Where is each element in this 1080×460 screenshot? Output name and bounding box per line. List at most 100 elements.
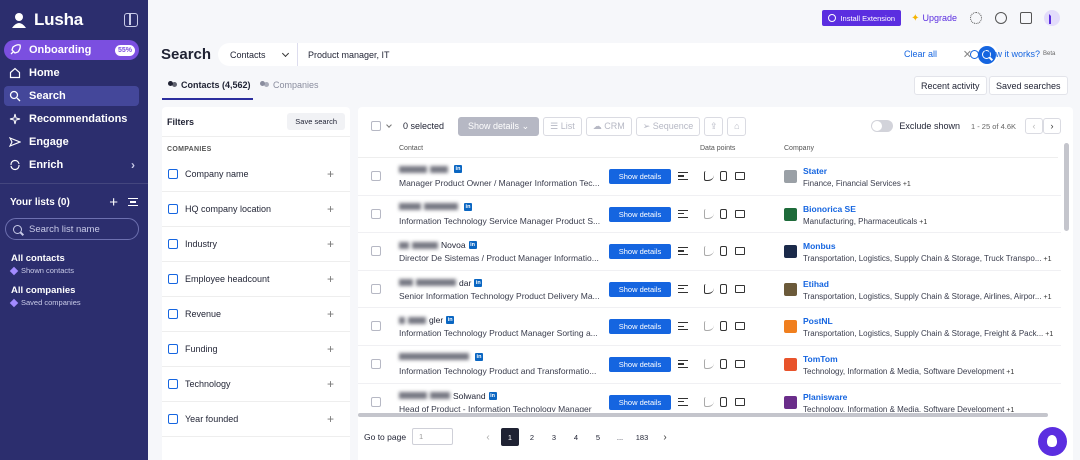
add-filter-icon[interactable]: + <box>327 377 334 391</box>
contact-name[interactable]: gler in <box>399 315 455 325</box>
more-industries-badge[interactable]: +1 <box>1045 331 1053 338</box>
company-name[interactable]: Monbus <box>803 241 836 251</box>
more-industries-badge[interactable]: +1 <box>1006 369 1014 376</box>
saved-searches-button[interactable]: Saved searches <box>989 76 1068 95</box>
list-all-companies[interactable]: All companies Saved companies <box>0 285 148 307</box>
bulk-show-details-button[interactable]: Show details ⌄ <box>458 116 540 136</box>
filter-item[interactable]: Funding + <box>162 332 350 367</box>
filter-item[interactable]: Company name + <box>162 157 350 192</box>
contact-name[interactable]: in <box>399 165 462 173</box>
add-filter-icon[interactable]: + <box>327 307 334 321</box>
add-filter-icon[interactable]: + <box>327 202 334 216</box>
recent-activity-button[interactable]: Recent activity <box>914 76 987 95</box>
sidebar-item-search[interactable]: Search <box>4 86 139 106</box>
add-to-sequence-button[interactable]: ➢ Sequence <box>635 116 701 136</box>
page-number[interactable]: 183 <box>633 428 651 446</box>
install-extension-button[interactable]: Install Extension <box>822 10 902 26</box>
show-details-button[interactable]: Show details <box>609 206 671 222</box>
linkedin-icon[interactable]: in <box>488 391 497 400</box>
contact-name[interactable]: dar in <box>399 278 483 288</box>
table-row[interactable]: gler in Information Technology Product Man… <box>358 308 1061 346</box>
search-query-input[interactable]: Product manager, IT <box>298 50 963 60</box>
row-menu-icon[interactable] <box>678 209 688 218</box>
next-page-icon[interactable]: › <box>656 428 674 446</box>
prev-page-icon[interactable]: ‹ <box>479 428 497 446</box>
sidebar-item-enrich[interactable]: Enrich › <box>4 155 139 175</box>
page-number[interactable]: 5 <box>589 428 607 446</box>
linkedin-icon[interactable]: in <box>468 241 477 250</box>
settings-gear-icon[interactable] <box>970 12 982 24</box>
row-menu-icon[interactable] <box>678 284 688 293</box>
linkedin-icon[interactable]: in <box>475 352 483 361</box>
contact-name[interactable]: Novoa in <box>399 240 477 250</box>
row-menu-icon[interactable] <box>678 172 688 180</box>
more-industries-badge[interactable]: +1 <box>919 219 927 226</box>
filter-item[interactable]: HQ company location + <box>162 192 350 227</box>
select-all-checkbox[interactable] <box>371 121 381 131</box>
row-checkbox[interactable] <box>371 246 381 257</box>
page-number[interactable]: 1 <box>501 428 519 446</box>
row-menu-icon[interactable] <box>678 322 688 331</box>
list-search-input[interactable]: Search list name <box>5 218 139 240</box>
vertical-scrollbar[interactable] <box>1064 143 1069 231</box>
company-name[interactable]: Etihad <box>803 279 829 289</box>
add-filter-icon[interactable]: + <box>327 237 334 251</box>
save-search-button[interactable]: Save search <box>287 113 345 130</box>
show-details-button[interactable]: Show details <box>609 356 671 372</box>
table-row[interactable]: Novoa in Director De Sistemas / Product Ma… <box>358 233 1061 271</box>
horizontal-scrollbar[interactable] <box>358 413 1048 417</box>
chevron-down-icon[interactable] <box>386 121 392 128</box>
linkedin-icon[interactable]: in <box>454 165 462 173</box>
table-row[interactable]: in Information Technology Service Manager… <box>358 196 1061 234</box>
contact-name[interactable]: in <box>399 202 472 211</box>
export-icon[interactable]: ⇪ <box>704 116 724 136</box>
show-details-button[interactable]: Show details <box>609 244 671 260</box>
clear-all-link[interactable]: Clear all <box>904 49 937 59</box>
row-checkbox[interactable] <box>371 208 381 219</box>
table-row[interactable]: dar in Senior Information Technology Produ… <box>358 271 1061 309</box>
add-filter-icon[interactable]: + <box>327 167 334 181</box>
show-details-button[interactable]: Show details <box>609 319 671 335</box>
row-checkbox[interactable] <box>371 396 381 407</box>
tab-contacts[interactable]: Contacts (4,562) <box>168 78 251 92</box>
show-details-button[interactable]: Show details <box>609 169 671 184</box>
search-type-dropdown[interactable]: Contacts <box>218 43 298 66</box>
upgrade-link[interactable]: ✦ Upgrade <box>911 13 957 24</box>
linkedin-icon[interactable]: in <box>474 278 483 287</box>
row-checkbox[interactable] <box>371 358 381 369</box>
add-filter-icon[interactable]: + <box>327 342 334 356</box>
help-chat-button[interactable] <box>1038 427 1067 456</box>
company-name[interactable]: PostNL <box>803 316 833 326</box>
tab-companies[interactable]: Companies <box>260 78 319 92</box>
next-page-icon[interactable]: › <box>1043 118 1061 134</box>
linkedin-icon[interactable]: in <box>446 316 455 325</box>
prev-page-icon[interactable]: ‹ <box>1025 118 1043 134</box>
collapse-sidebar-icon[interactable] <box>124 13 138 27</box>
contact-name[interactable]: in <box>399 352 483 361</box>
row-checkbox[interactable] <box>371 283 381 294</box>
tag-icon[interactable]: ⌂ <box>727 116 747 136</box>
filter-item[interactable]: Technology + <box>162 367 350 402</box>
filter-item[interactable]: Revenue + <box>162 297 350 332</box>
table-row[interactable]: in Manager Product Owner / Manager Inform… <box>358 158 1061 196</box>
more-industries-badge[interactable]: +1 <box>1044 256 1052 263</box>
exclude-shown-toggle[interactable] <box>871 120 894 132</box>
add-list-icon[interactable]: + <box>109 194 118 211</box>
contact-name[interactable]: Solwand in <box>399 391 497 401</box>
more-industries-badge[interactable]: +1 <box>903 181 911 188</box>
row-menu-icon[interactable] <box>678 397 688 406</box>
row-checkbox[interactable] <box>371 321 381 332</box>
page-number[interactable]: 2 <box>523 428 541 446</box>
company-name[interactable]: Bionorica SE <box>803 204 856 214</box>
wallet-icon[interactable] <box>1020 12 1032 24</box>
add-filter-icon[interactable]: + <box>327 412 334 426</box>
more-industries-badge[interactable]: +1 <box>1006 407 1014 412</box>
company-name[interactable]: Stater <box>803 166 827 176</box>
go-to-page-input[interactable]: 1 <box>412 428 453 445</box>
filter-item[interactable]: Industry + <box>162 227 350 262</box>
sidebar-item-onboarding[interactable]: Onboarding 55% <box>4 40 139 60</box>
sidebar-item-engage[interactable]: Engage <box>4 132 139 152</box>
help-question-icon[interactable] <box>995 12 1007 24</box>
filter-lists-icon[interactable] <box>128 198 138 206</box>
add-to-list-button[interactable]: ☰ List <box>543 116 582 136</box>
